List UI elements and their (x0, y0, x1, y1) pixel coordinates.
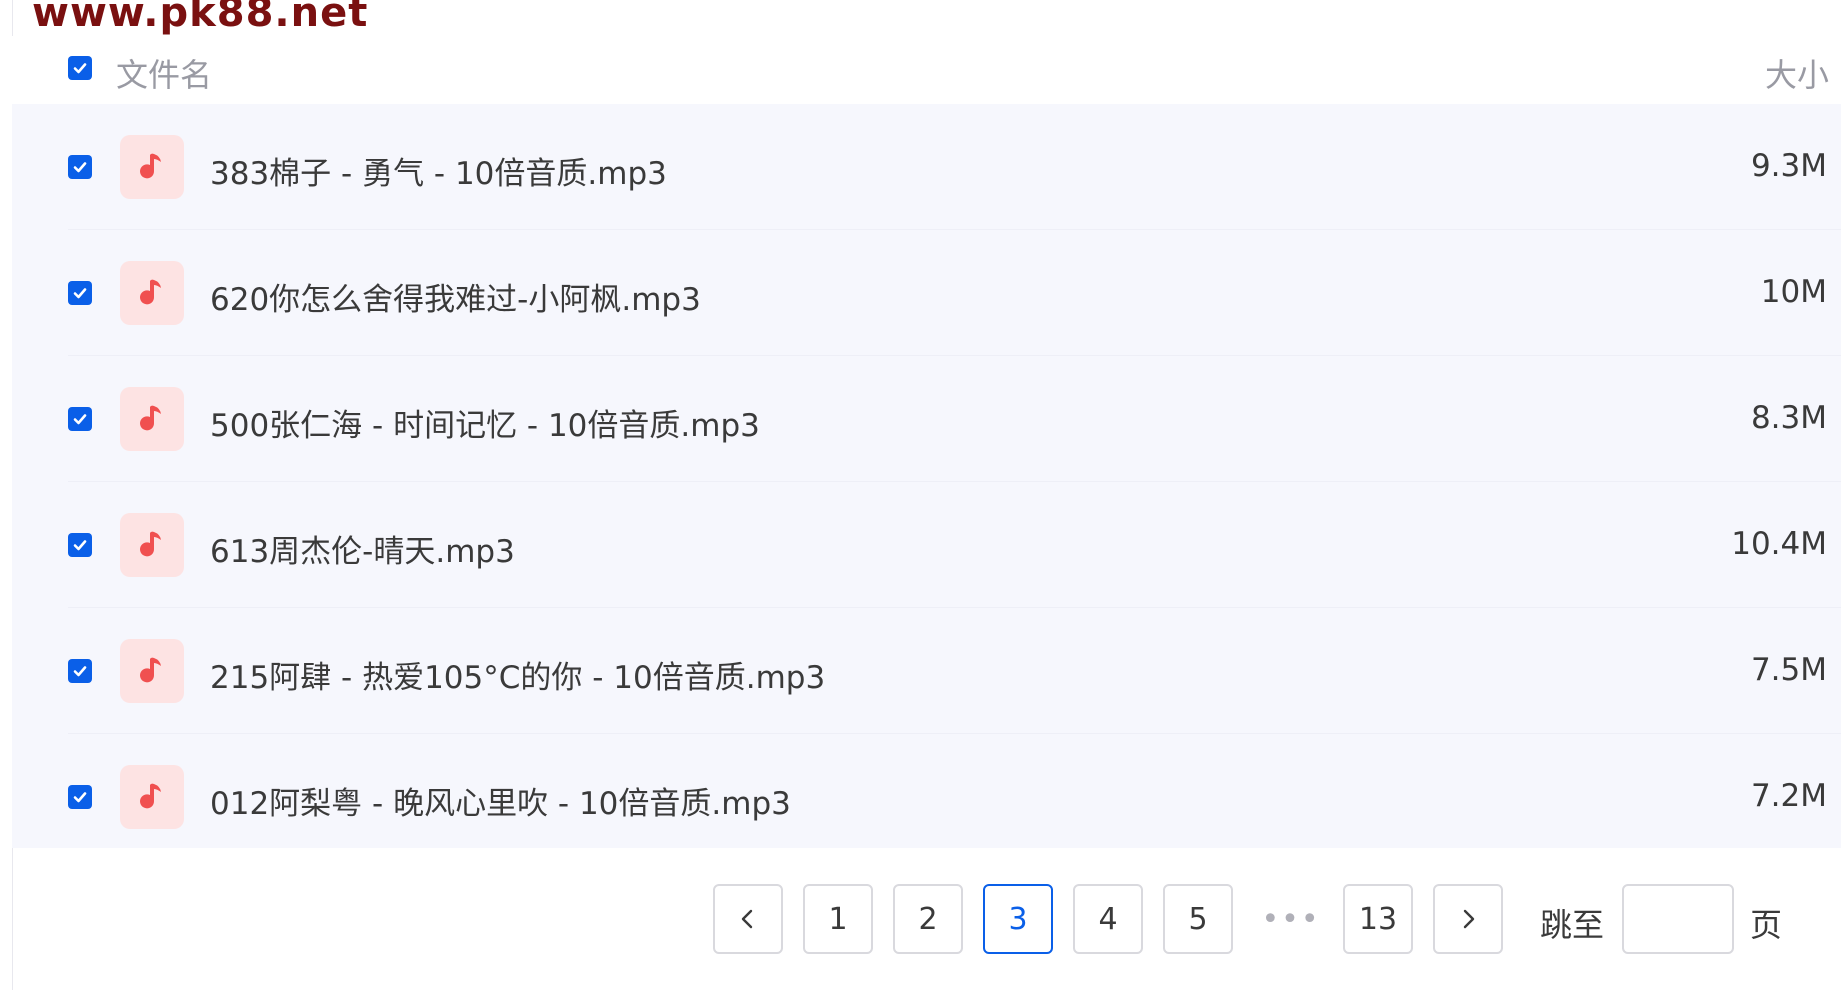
prev-page-button[interactable] (713, 884, 783, 954)
select-all-checkbox[interactable] (68, 56, 92, 80)
file-checkbox[interactable] (68, 407, 92, 431)
file-name[interactable]: 613周杰伦-晴天.mp3 (210, 526, 515, 571)
page-button-1[interactable]: 1 (803, 884, 873, 954)
file-row[interactable]: 215阿肆 - 热爱105°C的你 - 10倍音质.mp3 7.5M (12, 608, 1841, 734)
next-page-button[interactable] (1433, 884, 1503, 954)
music-note-icon (120, 135, 184, 199)
check-icon (73, 162, 87, 173)
file-size: 8.3M (1750, 400, 1827, 436)
file-size: 10.4M (1731, 526, 1827, 562)
page-button-4[interactable]: 4 (1073, 884, 1143, 954)
file-row[interactable]: 620你怎么舍得我难过-小阿枫.mp3 10M (12, 230, 1841, 356)
file-size: 9.3M (1750, 148, 1827, 184)
music-note-icon (120, 261, 184, 325)
chevron-right-icon (1463, 909, 1475, 929)
chevron-left-icon (741, 909, 753, 929)
page-button-3-current[interactable]: 3 (983, 884, 1053, 954)
check-icon (73, 792, 87, 803)
page-button-2[interactable]: 2 (893, 884, 963, 954)
column-header-size[interactable]: 大小 (1765, 50, 1829, 96)
jump-page-input[interactable] (1622, 884, 1734, 954)
jump-to-label: 跳至 (1540, 906, 1605, 944)
file-row[interactable]: 500张仁海 - 时间记忆 - 10倍音质.mp3 8.3M (12, 356, 1841, 482)
page-button-5[interactable]: 5 (1163, 884, 1233, 954)
music-note-icon (120, 765, 184, 829)
check-icon (73, 540, 87, 551)
file-list: 383棉子 - 勇气 - 10倍音质.mp3 9.3M 620你怎么舍得我难过-… (12, 104, 1841, 848)
file-checkbox[interactable] (68, 281, 92, 305)
file-checkbox[interactable] (68, 659, 92, 683)
file-name[interactable]: 500张仁海 - 时间记忆 - 10倍音质.mp3 (210, 400, 760, 445)
file-checkbox[interactable] (68, 785, 92, 809)
file-size: 10M (1760, 274, 1827, 310)
file-row[interactable]: 383棉子 - 勇气 - 10倍音质.mp3 9.3M (12, 104, 1841, 230)
file-size: 7.5M (1750, 652, 1827, 688)
file-row[interactable]: 613周杰伦-晴天.mp3 10.4M (12, 482, 1841, 608)
pagination-ellipsis[interactable]: ••• (1256, 884, 1326, 954)
check-icon (73, 414, 87, 425)
file-size: 7.2M (1750, 778, 1827, 814)
watermark-text: www.pk88.net (32, 0, 369, 36)
file-row[interactable]: 012阿梨粤 - 晚风心里吹 - 10倍音质.mp3 7.2M (12, 734, 1841, 860)
file-name[interactable]: 620你怎么舍得我难过-小阿枫.mp3 (210, 274, 701, 319)
file-name[interactable]: 012阿梨粤 - 晚风心里吹 - 10倍音质.mp3 (210, 778, 791, 823)
page-button-last[interactable]: 13 (1343, 884, 1413, 954)
column-header-name[interactable]: 文件名 (116, 50, 212, 96)
file-name[interactable]: 215阿肆 - 热爱105°C的你 - 10倍音质.mp3 (210, 652, 825, 697)
check-icon (73, 288, 87, 299)
check-icon (73, 63, 87, 74)
music-note-icon (120, 639, 184, 703)
file-name[interactable]: 383棉子 - 勇气 - 10倍音质.mp3 (210, 148, 667, 193)
file-list-header: 文件名 大小 (12, 36, 1841, 104)
file-checkbox[interactable] (68, 533, 92, 557)
music-note-icon (120, 513, 184, 577)
music-note-icon (120, 387, 184, 451)
page-unit-label: 页 (1750, 906, 1783, 944)
check-icon (73, 666, 87, 677)
file-checkbox[interactable] (68, 155, 92, 179)
